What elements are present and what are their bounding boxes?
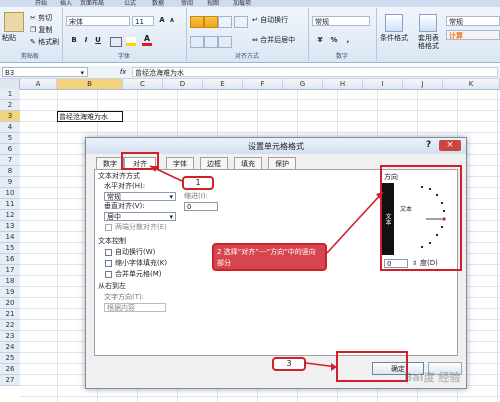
arrow-step2 (326, 191, 384, 254)
step3-callout: 3 (272, 357, 306, 371)
highlight-orientation (380, 165, 462, 271)
step1-callout: 1 (182, 176, 214, 190)
watermark: Bai度 经验 (404, 371, 461, 384)
step2-callout: 2 选择“对齐”---“方向”中的竖向部分 (212, 243, 327, 271)
highlight-ok-button (336, 351, 408, 382)
highlight-alignment-tab (121, 152, 159, 170)
